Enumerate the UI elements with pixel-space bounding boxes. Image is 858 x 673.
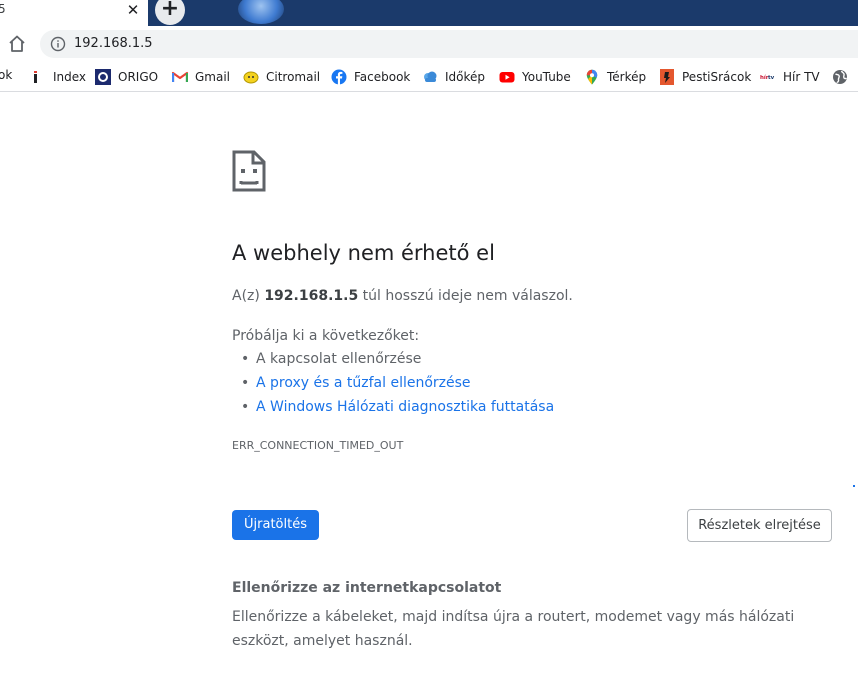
bookmark-idokep[interactable]: Időkép bbox=[422, 68, 485, 86]
bookmark-label: Időkép bbox=[445, 70, 486, 84]
bookmark-citromail[interactable]: Citromail bbox=[243, 68, 320, 86]
decorative-dot bbox=[853, 485, 855, 487]
browser-toolbar: 192.168.1.5 bbox=[0, 26, 858, 62]
new-tab-button[interactable]: + bbox=[155, 0, 185, 25]
background-tab-favicon[interactable] bbox=[238, 0, 284, 24]
home-icon[interactable] bbox=[6, 33, 28, 55]
address-bar[interactable]: 192.168.1.5 bbox=[40, 30, 858, 58]
bookmark-label: Facebook bbox=[354, 70, 411, 84]
origo-icon bbox=[95, 69, 111, 85]
url-text[interactable]: 192.168.1.5 bbox=[74, 36, 153, 51]
bookmark-label: YouTube bbox=[522, 70, 571, 84]
idokep-icon bbox=[424, 71, 437, 82]
hide-details-button[interactable]: Részletek elrejtése bbox=[687, 509, 832, 542]
hirtv-icon: hír tv bbox=[760, 74, 776, 81]
sad-page-icon bbox=[232, 150, 266, 192]
error-heading: A webhely nem érhető el bbox=[232, 241, 495, 265]
details-heading: Ellenőrizze az internetkapcsolatot bbox=[232, 580, 502, 596]
bookmark-label: PestiSrácok bbox=[682, 70, 752, 84]
globe-icon bbox=[833, 70, 847, 84]
pestisracok-icon bbox=[660, 69, 674, 85]
bookmark-label: Index bbox=[53, 70, 87, 84]
bookmark-truncated-label[interactable]: ok bbox=[0, 68, 12, 82]
subtitle-prefix: A(z) bbox=[232, 288, 265, 304]
bookmark-index[interactable]: Index bbox=[30, 68, 86, 86]
error-page: A webhely nem érhető el A(z) 192.168.1.5… bbox=[0, 93, 858, 673]
bookmark-label: Hír TV bbox=[783, 70, 820, 84]
bookmark-terkep[interactable]: Térkép bbox=[584, 68, 646, 86]
index-icon bbox=[34, 71, 37, 83]
info-icon[interactable] bbox=[50, 36, 66, 52]
reload-button[interactable]: Újratöltés bbox=[232, 510, 319, 540]
citromail-icon bbox=[243, 71, 259, 84]
bookmark-label: Gmail bbox=[195, 70, 231, 84]
bookmark-youtube[interactable]: YouTube bbox=[499, 68, 571, 86]
subtitle-host: 192.168.1.5 bbox=[264, 288, 359, 304]
bookmark-label: ORIGO bbox=[118, 70, 159, 84]
youtube-icon bbox=[499, 72, 515, 83]
facebook-icon bbox=[331, 69, 347, 85]
active-tab[interactable]: 5 ✕ bbox=[0, 0, 148, 26]
gmail-icon bbox=[172, 71, 188, 82]
tab-title: 5 bbox=[0, 2, 6, 16]
bookmark-label: Térkép bbox=[607, 70, 647, 84]
error-code: ERR_CONNECTION_TIMED_OUT bbox=[232, 439, 404, 452]
bookmark-globe[interactable] bbox=[832, 68, 855, 86]
subtitle-suffix: túl hosszú ideje nem válaszol. bbox=[358, 288, 573, 304]
details-text: Ellenőrizze a kábeleket, majd indítsa új… bbox=[232, 609, 795, 649]
svg-text:tv: tv bbox=[768, 75, 775, 81]
tab-close-icon[interactable]: ✕ bbox=[124, 0, 142, 20]
error-subtitle: A(z) 192.168.1.5 túl hosszú ideje nem vá… bbox=[232, 288, 573, 304]
suggestion-check-proxy-link[interactable]: A proxy és a tűzfal ellenőrzése bbox=[241, 375, 471, 391]
bookmarks-bar: ok Index ORIGO Gmail Citromail Facebook … bbox=[0, 62, 858, 92]
bookmark-pestisracok[interactable]: PestiSrácok bbox=[659, 68, 751, 86]
bookmark-gmail[interactable]: Gmail bbox=[172, 68, 230, 86]
suggestion-check-connection: A kapcsolat ellenőrzése bbox=[241, 351, 421, 367]
suggestion-network-diagnostics-link[interactable]: A Windows Hálózati diagnosztika futtatás… bbox=[241, 399, 554, 415]
bookmark-facebook[interactable]: Facebook bbox=[331, 68, 410, 86]
suggestions-label: Próbálja ki a következőket: bbox=[232, 328, 420, 344]
bookmark-hirtv[interactable]: hír tv Hír TV bbox=[760, 68, 820, 86]
tab-strip: 5 ✕ + bbox=[0, 0, 858, 26]
bookmark-label: Citromail bbox=[266, 70, 321, 84]
bookmark-origo[interactable]: ORIGO bbox=[95, 68, 158, 86]
maps-icon bbox=[586, 69, 598, 85]
